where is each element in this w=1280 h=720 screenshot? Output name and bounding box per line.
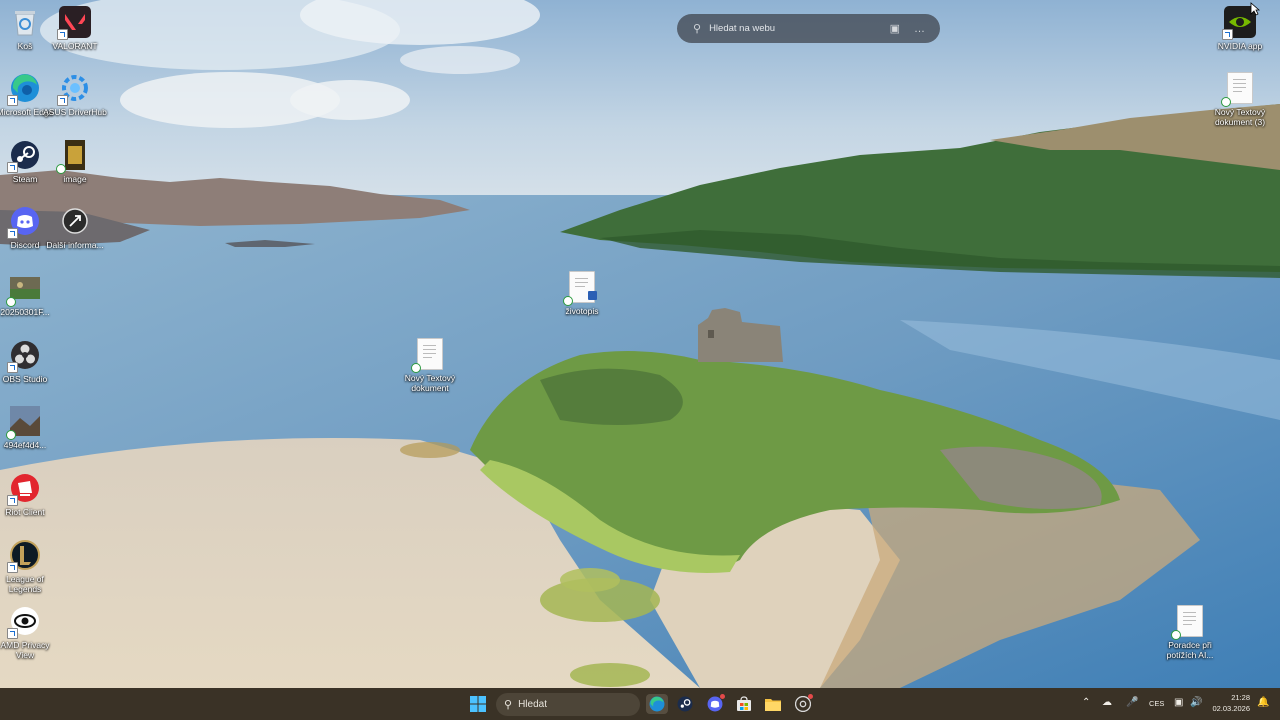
desktop-wallpaper [0,0,1280,688]
desktop-icon-photo-file[interactable]: 20250301F... [0,272,57,317]
desktop-icon-image[interactable]: image [43,139,107,184]
desktop-icon-label: OBS Studio [2,374,48,384]
desktop-icon-obs-studio[interactable]: OBS Studio [0,339,57,384]
web-search-box[interactable]: ⚲ Hledat na webu ▣ … [677,14,940,43]
desktop-icon-label: ASUS DriverHub [43,107,107,117]
desktop-icon-new-text-document-3[interactable]: Nový Textový dokument (3) [1208,72,1272,127]
edge-icon [649,696,665,712]
taskbar-app-chrome[interactable] [793,694,813,714]
tray-overflow-chevron-icon[interactable]: ⌃ [1082,697,1090,708]
notification-bell-icon[interactable]: 🔔 [1257,697,1269,708]
start-icon [470,696,486,712]
steam-icon [7,139,41,173]
desktop-icon-zivotopis[interactable]: životopis [550,271,614,316]
language-indicator[interactable]: CES [1149,699,1164,708]
desktop-icon-asus-driverhub[interactable]: ASUS DriverHub [43,72,107,117]
info-shortcut-icon [59,205,91,237]
visual-search-icon[interactable]: ▣ [890,22,900,35]
mouse-cursor-icon [1250,2,1261,21]
desktop-icon-riot-client[interactable]: Riot Client [0,472,57,517]
riot-client-icon [7,472,41,506]
recycle-bin-icon [9,6,41,38]
web-search-placeholder: Hledat na webu [709,23,776,34]
desktop-icon-ai-troubleshooter[interactable]: Poradce při potížích AI... [1158,605,1222,660]
desktop-icon-label: 20250301F... [0,307,50,317]
search-icon: ⚲ [693,23,702,35]
desktop-icon-amd-privacy-view[interactable]: AMD Privacy View [0,605,57,660]
search-icon: ⚲ [504,699,513,711]
clock-time: 21:28 [1231,693,1250,702]
steam-icon [677,696,693,712]
valorant-icon [57,6,91,40]
desktop-icon-label: Další informa... [46,240,104,250]
discord-icon [7,205,41,239]
desktop-icon-new-text-document[interactable]: Nový Textový dokument [398,338,462,393]
image-thumb-icon [6,405,41,440]
desktop-icon-label: Riot Client [5,507,45,517]
file-explorer-icon [765,699,781,711]
more-icon[interactable]: … [914,23,926,35]
desktop-icon-info-shortcut[interactable]: Další informa... [43,205,107,250]
store-icon [737,696,751,711]
desktop-icon-label: League of Legends [6,574,44,594]
desktop-icon-label: AMD Privacy View [0,640,50,660]
desktop-icon-image-thumb[interactable]: 494ef4d4... [0,405,57,450]
desktop-icon-nvidia-app[interactable]: NVIDIA app [1208,6,1272,51]
onedrive-icon[interactable]: ☁ [1102,697,1112,708]
desktop-icon-label: VALORANT [52,41,98,51]
desktop-icon-label: Poradce při potížích AI... [1166,640,1214,660]
desktop-icon-league-of-legends[interactable]: League of Legends [0,539,57,594]
amd-privacy-view-icon [7,605,41,639]
desktop-icon-label: 494ef4d4... [3,440,47,450]
volume-icon[interactable]: 🔊 [1190,697,1202,708]
desktop-icon-label: Nový Textový dokument [404,373,456,393]
league-of-legends-icon [7,539,41,573]
desktop-icon-label: Nový Textový dokument (3) [1214,107,1266,127]
photo-file-icon [6,272,41,307]
text-document-icon [1221,72,1256,107]
taskbar-app-steam[interactable] [675,694,695,714]
clock-date: 02.03.2026 [1212,704,1250,713]
text-document-icon [411,338,446,373]
taskbar-app-store[interactable] [734,694,754,714]
clock[interactable]: 21:28 02.03.2026 [1206,693,1250,713]
text-document-icon [1171,605,1206,640]
start-button[interactable] [468,694,488,714]
desktop-icon-label: image [63,174,87,184]
taskbar-search[interactable]: ⚲ Hledat [496,693,640,716]
microphone-icon[interactable]: 🎤 [1126,697,1138,708]
edge-icon [7,72,41,106]
network-icon[interactable]: ▣ [1174,697,1183,708]
taskbar-app-file-explorer[interactable] [763,694,783,714]
desktop-icon-label: životopis [565,306,599,316]
image-file-icon [56,139,91,174]
word-document-icon [563,271,598,306]
taskbar-app-discord[interactable] [705,694,725,714]
taskbar-app-edge[interactable] [646,694,668,714]
taskbar-search-label: Hledat [518,699,547,710]
desktop-icon-label: NVIDIA app [1217,41,1263,51]
asus-driverhub-icon [57,72,91,106]
desktop-icon-valorant[interactable]: VALORANT [43,6,107,51]
obs-icon [7,339,41,373]
taskbar: ⚲ Hledat ⌃ ☁ 🎤 CES ▣ 🔊 21:28 02.03.2026 … [0,688,1280,720]
